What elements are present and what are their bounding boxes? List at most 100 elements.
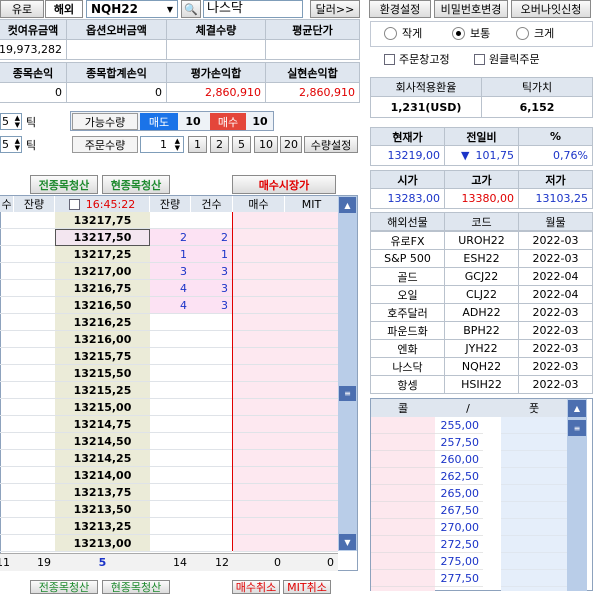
grid-cell-bid-count[interactable] [191, 331, 232, 348]
grid-cell-mit[interactable] [285, 518, 338, 535]
grid-price-cell[interactable]: 13216,00 [55, 331, 150, 348]
grid-cell-bid-qty[interactable]: 3 [150, 263, 191, 280]
grid-cell-buy-order[interactable] [233, 348, 285, 365]
grid-cell-buy-order[interactable] [233, 263, 285, 280]
futures-list-month[interactable]: 2022-03 [518, 249, 593, 268]
grid-cell-bid-count[interactable] [191, 382, 232, 399]
grid-price-cell[interactable]: 13214,75 [55, 416, 150, 433]
grid-cell-bid-qty[interactable]: 2 [150, 229, 191, 246]
grid-cell-bid-qty[interactable] [150, 382, 191, 399]
grid-cell-bid-count[interactable] [191, 212, 232, 229]
option-call-cell[interactable] [371, 417, 435, 434]
grid-cell-sell-order[interactable] [0, 501, 14, 518]
grid-cell-bid-count[interactable] [191, 518, 232, 535]
grid-cell-bid-qty[interactable] [150, 348, 191, 365]
overnight-request-button[interactable]: 오버나잇신청 [511, 0, 591, 18]
scroll-down-icon[interactable]: ▼ [339, 534, 356, 550]
futures-list-name[interactable]: 나스닥 [370, 357, 445, 376]
futures-list-code[interactable]: ADH22 [444, 303, 519, 322]
grid-cell-sell-remain[interactable] [14, 348, 55, 365]
grid-price-cell[interactable]: 13214,00 [55, 467, 150, 484]
grid-cell-mit[interactable] [285, 433, 338, 450]
grid-cell-mit[interactable] [285, 348, 338, 365]
futures-list-code[interactable]: ESH22 [444, 249, 519, 268]
option-put-cell[interactable] [501, 570, 567, 587]
grid-cell-sell-remain[interactable] [14, 280, 55, 297]
qty-preset-5-button[interactable]: 5 [232, 136, 251, 153]
grid-cell-buy-order[interactable] [233, 365, 285, 382]
grid-cell-sell-remain[interactable] [14, 501, 55, 518]
futures-list-code[interactable]: CLJ22 [444, 285, 519, 304]
grid-cell-buy-order[interactable] [233, 433, 285, 450]
size-large-radio[interactable]: 크게 [516, 24, 554, 42]
futures-list-code[interactable]: NQH22 [444, 357, 519, 376]
grid-cell-bid-qty[interactable] [150, 399, 191, 416]
grid-price-cell[interactable]: 13217,75 [55, 212, 150, 229]
grid-cell-sell-order[interactable] [0, 314, 14, 331]
grid-cell-bid-qty[interactable] [150, 212, 191, 229]
futures-list-name[interactable]: 파운드화 [370, 321, 445, 340]
option-put-cell[interactable] [501, 485, 567, 502]
env-settings-button[interactable]: 환경설정 [369, 0, 431, 18]
grid-cell-sell-remain[interactable] [14, 365, 55, 382]
futures-list-code[interactable]: UROH22 [444, 231, 519, 250]
grid-cell-bid-count[interactable] [191, 416, 232, 433]
option-call-cell[interactable] [371, 570, 435, 587]
grid-cell-buy-order[interactable] [233, 212, 285, 229]
grid-cell-sell-order[interactable] [0, 263, 14, 280]
grid-cell-bid-count[interactable] [191, 314, 232, 331]
grid-cell-bid-qty[interactable] [150, 416, 191, 433]
grid-cell-bid-qty[interactable] [150, 518, 191, 535]
grid-cell-sell-remain[interactable] [14, 263, 55, 280]
option-put-cell[interactable] [501, 553, 567, 570]
grid-cell-buy-order[interactable] [233, 314, 285, 331]
grid-cell-bid-count[interactable]: 3 [191, 280, 232, 297]
close-all-positions-button[interactable]: 전종목청산 [30, 175, 98, 194]
futures-list-name[interactable]: 골드 [370, 267, 445, 286]
grid-cell-bid-count[interactable] [191, 433, 232, 450]
futures-list-name[interactable]: 오일 [370, 285, 445, 304]
grid-cell-buy-order[interactable] [233, 450, 285, 467]
grid-cell-bid-qty[interactable]: 1 [150, 246, 191, 263]
futures-list-month[interactable]: 2022-04 [518, 285, 593, 304]
grid-cell-buy-order[interactable] [233, 297, 285, 314]
option-strike-cell[interactable]: 260,00 [435, 451, 483, 468]
option-put-cell[interactable] [501, 434, 567, 451]
grid-cell-bid-count[interactable] [191, 535, 232, 552]
grid-cell-buy-order[interactable] [233, 501, 285, 518]
grid-cell-bid-count[interactable] [191, 365, 232, 382]
grid-cell-sell-order[interactable] [0, 518, 14, 535]
option-strike-cell[interactable]: 270,00 [435, 519, 483, 536]
grid-cell-bid-qty[interactable] [150, 433, 191, 450]
grid-cell-sell-order[interactable] [0, 246, 14, 263]
grid-price-cell[interactable]: 13217,50 [55, 229, 150, 246]
futures-list-code[interactable]: BPH22 [444, 321, 519, 340]
grid-cell-sell-remain[interactable] [14, 467, 55, 484]
option-put-cell[interactable] [501, 468, 567, 485]
market-buy-button[interactable]: 매수시장가 [232, 175, 336, 194]
grid-cell-bid-qty[interactable] [150, 331, 191, 348]
grid-cell-bid-count[interactable] [191, 501, 232, 518]
dalle-button[interactable]: 달러>> [310, 0, 360, 18]
grid-cell-mit[interactable] [285, 416, 338, 433]
grid-cell-bid-qty[interactable] [150, 365, 191, 382]
grid-cell-sell-order[interactable] [0, 467, 14, 484]
grid-cell-mit[interactable] [285, 501, 338, 518]
grid-cell-buy-order[interactable] [233, 280, 285, 297]
symbol-code-select[interactable]: NQH22 ▼ [86, 0, 178, 18]
grid-cell-sell-order[interactable] [0, 280, 14, 297]
grid-cell-sell-order[interactable] [0, 450, 14, 467]
option-call-cell[interactable] [371, 502, 435, 519]
option-strike-cell[interactable]: 267,50 [435, 502, 483, 519]
qty-preset-10-button[interactable]: 10 [254, 136, 278, 153]
grid-cell-sell-remain[interactable] [14, 433, 55, 450]
grid-cell-sell-order[interactable] [0, 382, 14, 399]
grid-cell-mit[interactable] [285, 484, 338, 501]
futures-list-name[interactable]: 항셍 [370, 375, 445, 394]
grid-cell-mit[interactable] [285, 467, 338, 484]
size-normal-radio[interactable]: 보통 [452, 24, 490, 42]
change-password-button[interactable]: 비밀번호변경 [434, 0, 508, 18]
grid-cell-buy-order[interactable] [233, 416, 285, 433]
futures-list-month[interactable]: 2022-03 [518, 303, 593, 322]
grid-cell-sell-remain[interactable] [14, 212, 55, 229]
